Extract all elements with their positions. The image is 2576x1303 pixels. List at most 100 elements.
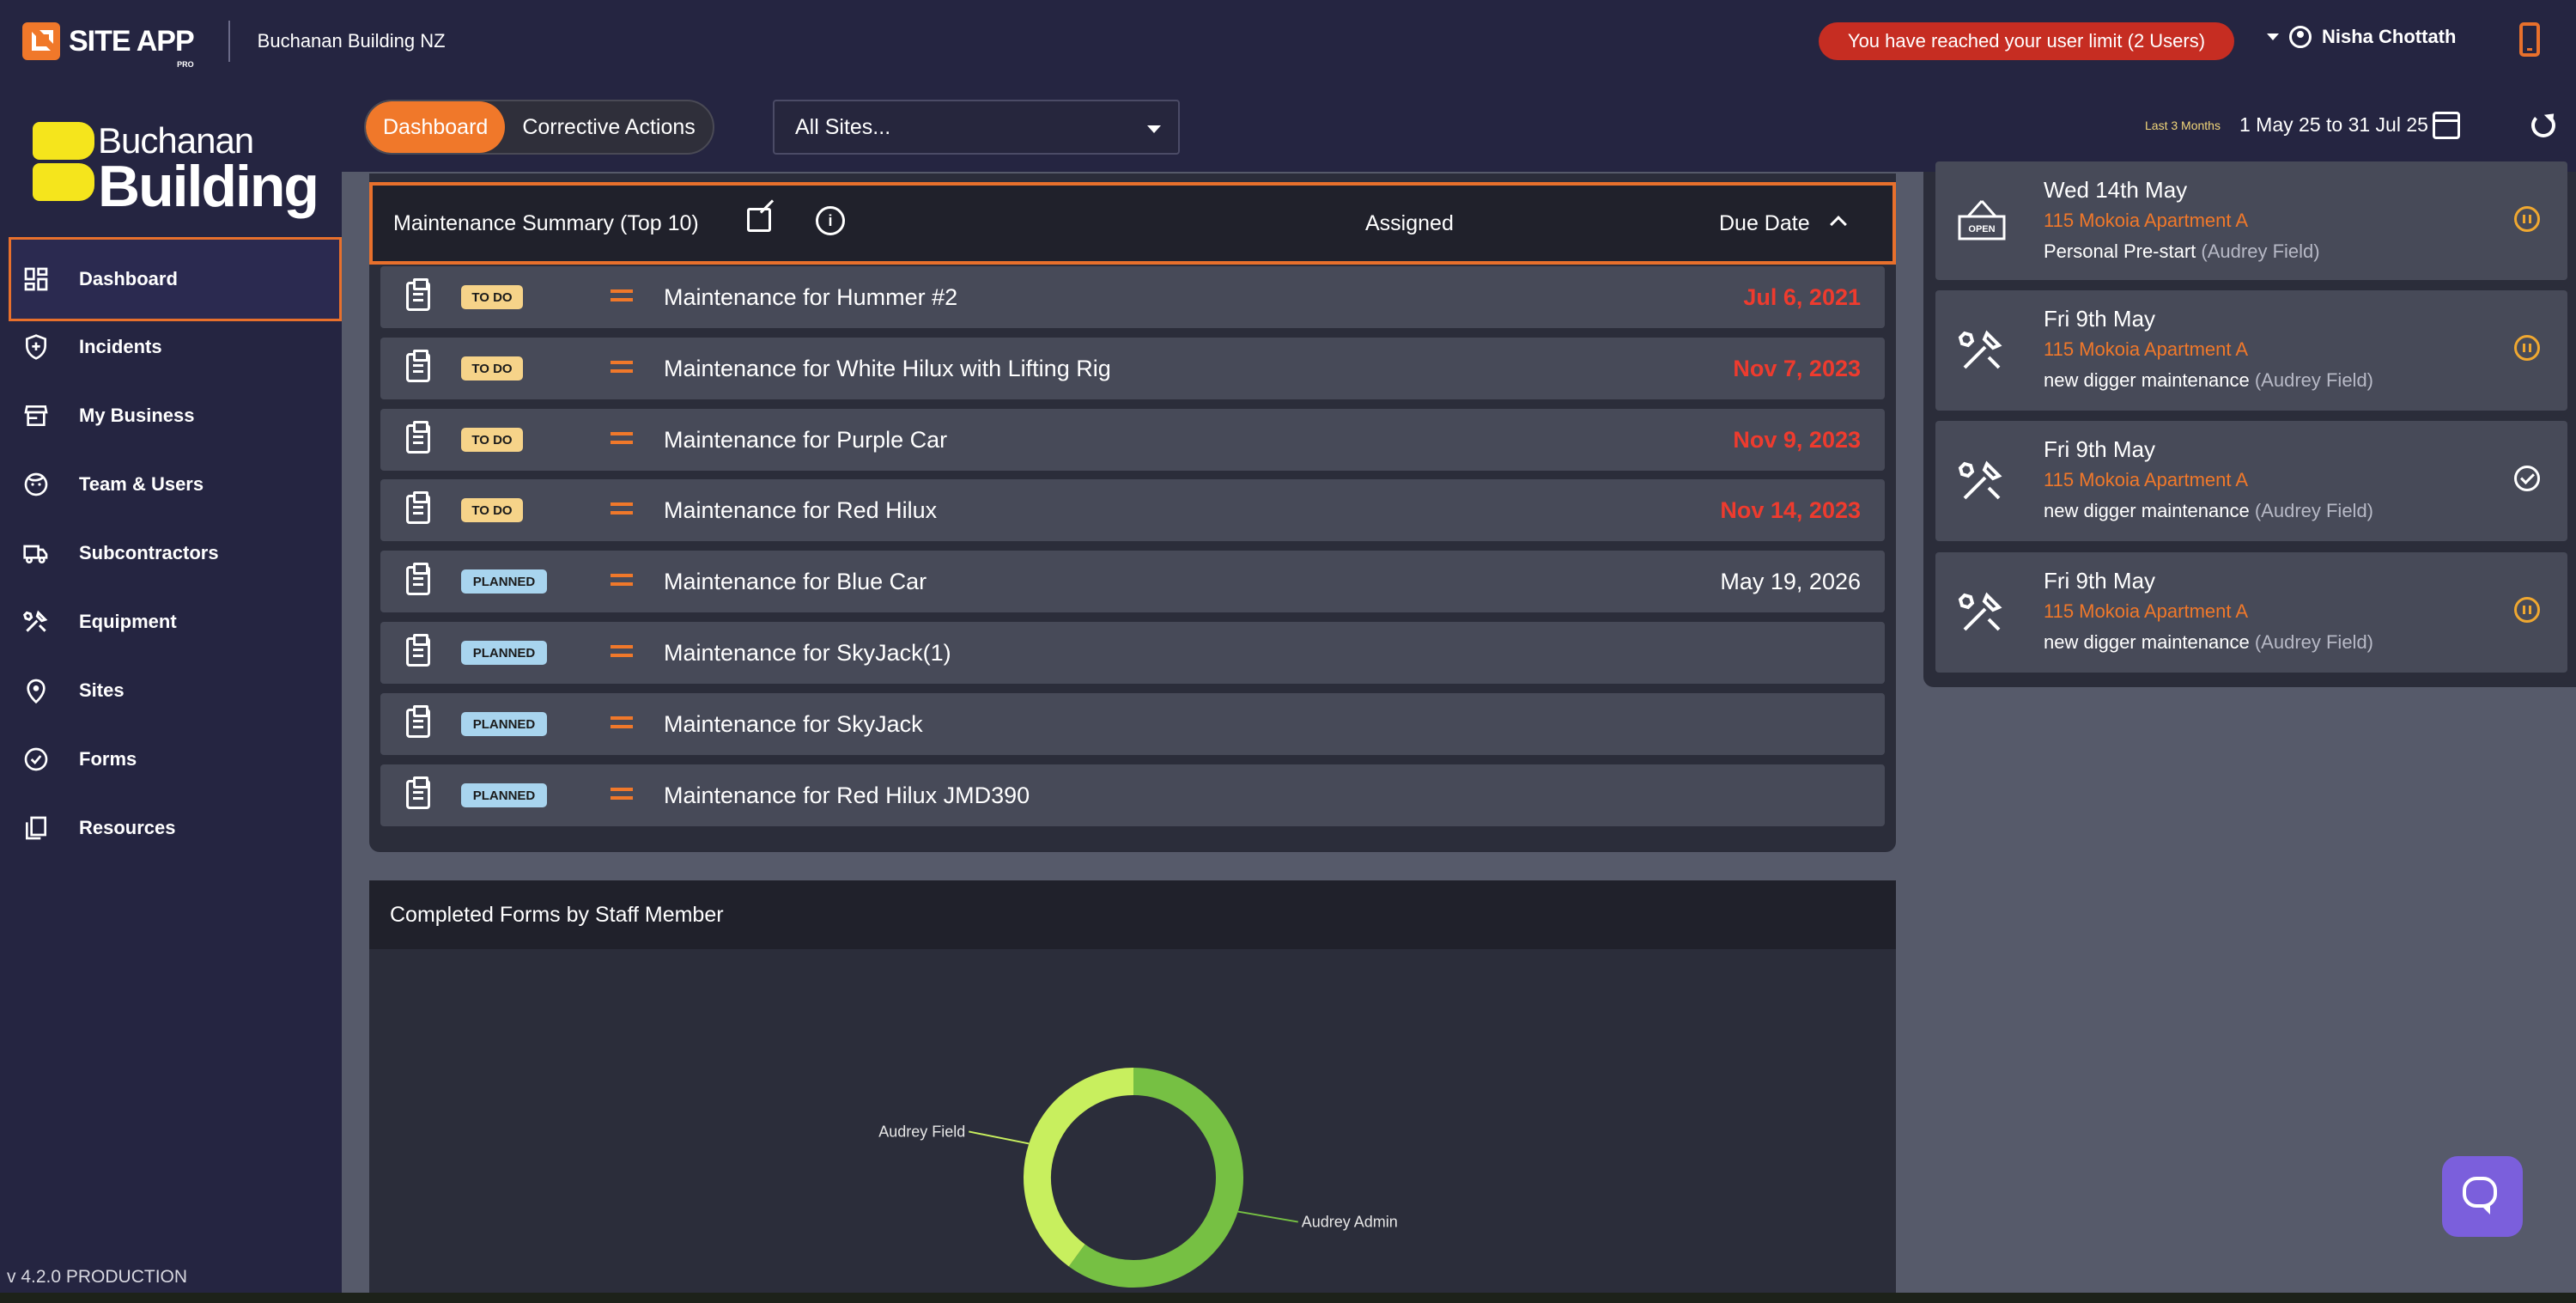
activity-site: 115 Mokoia Apartment A xyxy=(2044,469,2249,490)
activity-item[interactable]: Fri 9th May 115 Mokoia Apartment A new d… xyxy=(1935,421,2567,541)
tools-icon xyxy=(1958,460,2002,500)
priority-medium-icon xyxy=(611,788,633,800)
activity-item[interactable]: Fri 9th May 115 Mokoia Apartment A new d… xyxy=(1935,290,2567,411)
info-icon[interactable]: i xyxy=(816,206,845,235)
tab-corrective-actions[interactable]: Corrective Actions xyxy=(505,101,712,153)
activity-item[interactable]: Fri 9th May 115 Mokoia Apartment A new d… xyxy=(1935,552,2567,673)
in-progress-icon xyxy=(2514,206,2540,232)
sidebar-item-forms[interactable]: Forms xyxy=(0,725,342,794)
maintenance-row[interactable]: TO DO Maintenance for Hummer #2 Jul 6, 2… xyxy=(380,266,1885,328)
chevron-down-icon xyxy=(2267,33,2279,40)
status-badge: PLANNED xyxy=(461,569,547,594)
maintenance-summary-title: Maintenance Summary (Top 10) xyxy=(393,210,699,235)
maintenance-row[interactable]: TO DO Maintenance for Purple Car Nov 9, … xyxy=(380,409,1885,471)
activity-description: new digger maintenance (Audrey Field) xyxy=(2044,369,2373,391)
maintenance-row[interactable]: PLANNED Maintenance for SkyJack(1) xyxy=(380,622,1885,684)
open-external-icon[interactable] xyxy=(747,208,771,232)
date-range[interactable]: 1 May 25 to 31 Jul 25 xyxy=(2239,113,2428,137)
activity-date: Fri 9th May xyxy=(2044,568,2156,594)
priority-medium-icon xyxy=(611,432,633,444)
sidebar-item-label: Sites xyxy=(79,679,125,701)
status-badge: TO DO xyxy=(461,356,523,381)
dashboard-icon xyxy=(24,267,48,291)
activity-date: Wed 14th May xyxy=(2044,177,2188,203)
in-progress-icon xyxy=(2514,597,2540,623)
due-date: May 19, 2026 xyxy=(1720,568,1861,594)
due-date: Nov 14, 2023 xyxy=(1720,496,1861,523)
user-limit-banner[interactable]: You have reached your user limit (2 User… xyxy=(1819,22,2234,60)
user-menu[interactable]: Nisha Chottath xyxy=(2267,26,2456,48)
maintenance-row[interactable]: PLANNED Maintenance for Red Hilux JMD390 xyxy=(380,764,1885,826)
clipboard-icon xyxy=(406,705,430,738)
sidebar-item-team-users[interactable]: Team & Users xyxy=(0,450,342,519)
due-date: Nov 9, 2023 xyxy=(1733,426,1861,453)
app-brand[interactable]: SITE APP PRO xyxy=(22,22,195,69)
company-logo[interactable]: Buchanan Building xyxy=(33,120,319,219)
shield-plus-icon xyxy=(26,334,46,360)
refresh-icon[interactable] xyxy=(2531,113,2555,137)
store-icon xyxy=(24,405,48,426)
priority-medium-icon xyxy=(611,574,633,586)
activity-description: new digger maintenance (Audrey Field) xyxy=(2044,500,2373,521)
sidebar-item-subcontractors[interactable]: Subcontractors xyxy=(0,519,342,588)
site-select-value: All Sites... xyxy=(795,114,891,139)
activity-site: 115 Mokoia Apartment A xyxy=(2044,210,2249,231)
priority-medium-icon xyxy=(611,502,633,515)
tab-dashboard[interactable]: Dashboard xyxy=(366,101,506,153)
sidebar-item-label: Dashboard xyxy=(79,268,178,289)
activity-date: Fri 9th May xyxy=(2044,306,2156,332)
check-circle-icon xyxy=(24,747,48,771)
sidebar-item-sites[interactable]: Sites xyxy=(0,656,342,725)
sidebar: Buchanan Building Dashboard Incidents My… xyxy=(0,82,342,1303)
maintenance-row[interactable]: TO DO Maintenance for White Hilux with L… xyxy=(380,338,1885,399)
donut-label-leader xyxy=(969,1130,1030,1145)
column-due-date[interactable]: Due Date xyxy=(1719,211,1810,236)
sidebar-item-resources[interactable]: Resources xyxy=(0,794,342,862)
brand-name: SITE APP xyxy=(69,24,195,58)
face-icon xyxy=(24,472,48,496)
brand-sub: PRO xyxy=(177,59,194,69)
chevron-up-icon[interactable] xyxy=(1830,216,1847,233)
maintenance-row[interactable]: PLANNED Maintenance for SkyJack xyxy=(380,693,1885,755)
maintenance-title: Maintenance for Red Hilux xyxy=(664,496,938,523)
clipboard-icon xyxy=(406,634,430,667)
activity-item[interactable]: OPEN Wed 14th May 115 Mokoia Apartment A… xyxy=(1935,161,2567,280)
sidebar-item-equipment[interactable]: Equipment xyxy=(0,588,342,656)
calendar-icon[interactable] xyxy=(2433,112,2460,139)
priority-medium-icon xyxy=(611,289,633,301)
buchanan-logo-mark xyxy=(33,122,94,201)
sidebar-item-label: Team & Users xyxy=(79,473,204,495)
activity-date: Fri 9th May xyxy=(2044,436,2156,462)
donut-slice-audrey-field[interactable] xyxy=(1024,1068,1134,1267)
chat-support-button[interactable] xyxy=(2442,1156,2523,1237)
sidebar-item-label: My Business xyxy=(79,405,195,426)
maintenance-title: Maintenance for Hummer #2 xyxy=(664,283,958,310)
clipboard-icon xyxy=(406,421,430,454)
mobile-phone-icon[interactable] xyxy=(2519,22,2540,57)
period-label: Last 3 Months xyxy=(2145,119,2221,132)
activity-site: 115 Mokoia Apartment A xyxy=(2044,600,2249,622)
sidebar-nav: Dashboard Incidents My Business Team & U… xyxy=(0,237,342,862)
tools-icon xyxy=(22,610,48,632)
footer-strip xyxy=(0,1293,2576,1303)
sidebar-item-label: Forms xyxy=(79,748,137,770)
priority-medium-icon xyxy=(611,361,633,373)
site-select[interactable]: All Sites... xyxy=(773,100,1180,155)
column-assigned[interactable]: Assigned xyxy=(1365,211,1454,236)
sidebar-item-dashboard[interactable]: Dashboard xyxy=(9,237,342,321)
donut-slice-audrey-admin[interactable] xyxy=(1068,1068,1243,1288)
sidebar-item-my-business[interactable]: My Business xyxy=(0,381,342,450)
site-app-logo-icon xyxy=(22,22,60,60)
sidebar-item-incidents[interactable]: Incidents xyxy=(0,313,342,381)
dashboard-header: Dashboard Corrective Actions All Sites..… xyxy=(342,82,2576,172)
status-badge: PLANNED xyxy=(461,783,547,807)
donut-label-leader xyxy=(1237,1210,1298,1223)
clipboard-icon xyxy=(406,491,430,524)
copy-icon xyxy=(26,816,46,840)
maintenance-row[interactable]: PLANNED Maintenance for Blue Car May 19,… xyxy=(380,551,1885,612)
status-badge: PLANNED xyxy=(461,712,547,736)
tools-icon xyxy=(1958,330,2002,369)
clipboard-icon xyxy=(406,350,430,382)
maintenance-row[interactable]: TO DO Maintenance for Red Hilux Nov 14, … xyxy=(380,479,1885,541)
maintenance-title: Maintenance for White Hilux with Lifting… xyxy=(664,355,1111,381)
